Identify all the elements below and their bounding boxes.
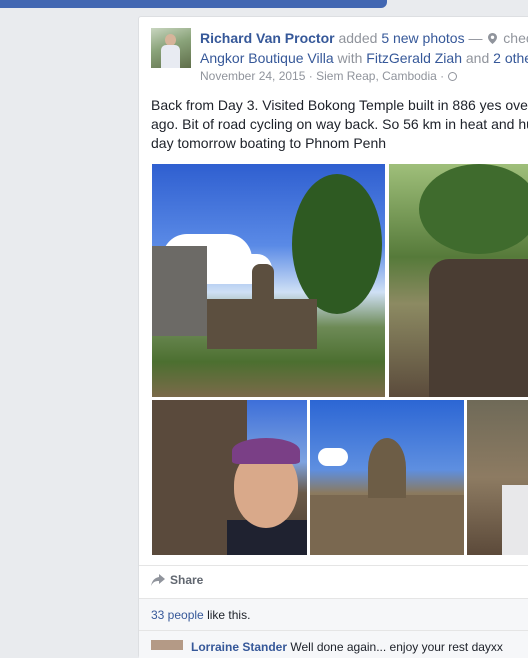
globe-icon[interactable]	[447, 72, 457, 81]
likes-summary: 33 people like this.	[151, 608, 250, 622]
likes-count-link[interactable]: 33 people	[151, 608, 204, 622]
divider	[139, 565, 528, 566]
photo-pyramid-temple[interactable]	[310, 400, 464, 555]
photo-scaffold-tower	[152, 246, 207, 336]
share-button[interactable]: Share	[151, 573, 203, 587]
photo-bull-statue[interactable]	[389, 164, 528, 397]
map-pin-icon	[488, 33, 498, 44]
divider	[139, 598, 528, 599]
post-body-text: Back from Day 3. Visited Bokong Temple b…	[151, 96, 528, 153]
place-link[interactable]: Angkor Boutique Villa	[200, 50, 334, 66]
photo-stone-bull	[429, 259, 528, 397]
with-text: with	[337, 50, 363, 66]
share-label: Share	[170, 573, 204, 587]
comment-item: Lorraine Stander Well done again... enjo…	[151, 640, 503, 654]
author-avatar[interactable]	[151, 28, 191, 68]
photo-ruins-person[interactable]	[467, 400, 528, 555]
post-header-line-2: Angkor Boutique Villa with FitzGerald Zi…	[200, 48, 528, 68]
meta-separator: ·	[308, 69, 313, 83]
reactions-section: 33 people like this. Lorraine Stander We…	[139, 598, 528, 658]
share-arrow-icon	[151, 574, 165, 586]
post-date-link[interactable]: November 24, 2015	[200, 69, 305, 83]
photo-tree	[419, 164, 528, 254]
photo-tree	[292, 174, 382, 314]
post-header-line-1: Richard Van Proctor added 5 new photos —…	[200, 28, 528, 48]
post-text-line: Back from Day 3. Visited Bokong Temple b…	[151, 97, 528, 113]
tagged-person-link[interactable]: FitzGerald Ziah	[366, 50, 462, 66]
commenter-name-link[interactable]: Lorraine Stander	[191, 640, 287, 654]
post-card: Richard Van Proctor added 5 new photos —…	[138, 16, 528, 658]
and-text: and	[465, 50, 490, 66]
post-text-line: ago. Bit of road cycling on way back. So…	[151, 116, 528, 132]
photo-temple-tower	[252, 264, 274, 304]
author-name-link[interactable]: Richard Van Proctor	[200, 30, 335, 46]
likes-suffix: like this.	[207, 608, 251, 622]
photo-temple-tower	[368, 438, 406, 498]
photos-link[interactable]: 5 new photos	[381, 30, 464, 46]
action-text: added	[338, 30, 378, 46]
post-meta: November 24, 2015 · Siem Reap, Cambodia …	[200, 69, 457, 83]
photo-temple-main[interactable]	[152, 164, 385, 397]
photo-temple	[207, 299, 317, 349]
commenter-avatar[interactable]	[151, 640, 183, 650]
photo-cloud	[318, 448, 348, 466]
location-link[interactable]: Siem Reap, Cambodia	[316, 69, 437, 83]
divider	[139, 630, 528, 631]
photo-selfie[interactable]	[152, 400, 307, 555]
post-text-line: day tomorrow boating to Phnom Penh	[151, 135, 387, 151]
photo-person	[502, 485, 528, 555]
meta-separator-2: ·	[440, 69, 445, 83]
top-navigation-bar	[0, 0, 387, 8]
photo-cap	[232, 438, 300, 464]
photo-temple-base	[310, 495, 464, 555]
checkin-text: chec	[503, 30, 528, 46]
comment-text: Well done again... enjoy your rest dayxx	[290, 640, 503, 654]
others-link[interactable]: 2 othe	[493, 50, 528, 66]
dash-text: —	[468, 30, 483, 46]
avatar-body	[161, 45, 180, 68]
post-header: Richard Van Proctor added 5 new photos —…	[200, 28, 528, 68]
